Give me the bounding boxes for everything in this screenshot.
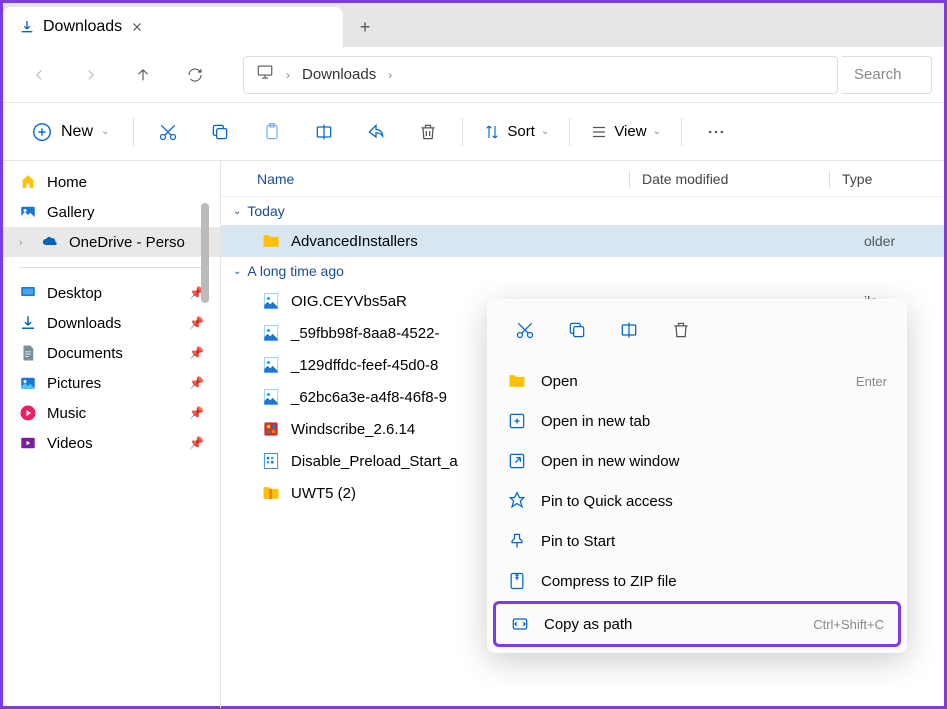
zip-icon <box>507 571 527 591</box>
music-icon <box>19 404 37 422</box>
newtab-icon <box>507 411 527 431</box>
header-name[interactable]: Name <box>249 171 629 187</box>
sidebar-item-home[interactable]: Home <box>3 167 220 197</box>
pin-icon: 📌 <box>189 406 204 420</box>
chevron-down-icon: ⌄ <box>541 126 549 137</box>
zip-icon <box>261 483 281 503</box>
chevron-down-icon: ⌄ <box>653 126 661 137</box>
cut-button[interactable] <box>501 309 549 351</box>
new-button[interactable]: New ⌄ <box>19 115 121 149</box>
header-type[interactable]: Type <box>829 171 944 187</box>
menu-item-open[interactable]: Open Enter <box>493 361 901 401</box>
sidebar-item-downloads[interactable]: Downloads 📌 <box>3 308 220 338</box>
gallery-icon <box>19 203 37 221</box>
path-segment[interactable]: Downloads <box>302 66 376 83</box>
exe-icon <box>261 419 281 439</box>
delete-button[interactable] <box>657 309 705 351</box>
image-file-icon <box>261 323 281 343</box>
chevron-down-icon: ⌄ <box>101 126 109 137</box>
close-icon[interactable] <box>130 20 144 34</box>
downloads-icon <box>19 314 37 332</box>
forward-button[interactable] <box>67 55 115 95</box>
newwindow-icon <box>507 451 527 471</box>
new-tab-button[interactable]: + <box>343 7 387 47</box>
pin-icon: 📌 <box>189 346 204 360</box>
more-button[interactable] <box>694 112 738 152</box>
menu-item-copy-path[interactable]: Copy as path Ctrl+Shift+C <box>493 601 901 647</box>
sidebar-item-gallery[interactable]: Gallery <box>3 197 220 227</box>
onedrive-icon <box>41 233 59 251</box>
toolbar: New ⌄ Sort ⌄ View ⌄ <box>3 103 944 161</box>
pc-icon <box>256 63 274 86</box>
pictures-icon <box>19 374 37 392</box>
share-button[interactable] <box>354 112 398 152</box>
sort-button[interactable]: Sort ⌄ <box>475 117 557 147</box>
rename-button[interactable] <box>605 309 653 351</box>
address-bar[interactable]: › Downloads › <box>243 56 838 94</box>
scrollbar-thumb[interactable] <box>201 203 209 303</box>
image-file-icon <box>261 387 281 407</box>
pin-icon <box>507 531 527 551</box>
delete-button[interactable] <box>406 112 450 152</box>
folder-icon <box>261 231 281 251</box>
navigation-bar: › Downloads › Search <box>3 47 944 103</box>
file-row[interactable]: AdvancedInstallers older <box>221 225 944 257</box>
up-button[interactable] <box>119 55 167 95</box>
image-file-icon <box>261 291 281 311</box>
chevron-down-icon: ⌄ <box>233 206 241 217</box>
pin-icon: 📌 <box>189 376 204 390</box>
image-file-icon <box>261 355 281 375</box>
menu-item-pin-start[interactable]: Pin to Start <box>493 521 901 561</box>
chevron-right-icon: › <box>19 237 31 248</box>
tab-active[interactable]: Downloads <box>3 7 343 47</box>
chevron-down-icon: ⌄ <box>233 266 241 277</box>
tab-title: Downloads <box>43 18 122 36</box>
pin-icon: 📌 <box>189 316 204 330</box>
copy-button[interactable] <box>553 309 601 351</box>
group-header[interactable]: ⌄ Today <box>221 197 944 225</box>
home-icon <box>19 173 37 191</box>
view-button[interactable]: View ⌄ <box>582 117 669 147</box>
group-header[interactable]: ⌄ A long time ago <box>221 257 944 285</box>
download-icon <box>19 19 35 35</box>
sidebar-item-desktop[interactable]: Desktop 📌 <box>3 278 220 308</box>
context-toolbar <box>493 305 901 361</box>
column-headers: Name Date modified Type <box>221 161 944 197</box>
sidebar-item-pictures[interactable]: Pictures 📌 <box>3 368 220 398</box>
desktop-icon <box>19 284 37 302</box>
menu-item-open-new-tab[interactable]: Open in new tab <box>493 401 901 441</box>
sidebar-item-documents[interactable]: Documents 📌 <box>3 338 220 368</box>
sidebar-item-music[interactable]: Music 📌 <box>3 398 220 428</box>
rename-button[interactable] <box>302 112 346 152</box>
sidebar-item-videos[interactable]: Videos 📌 <box>3 428 220 458</box>
copy-button[interactable] <box>198 112 242 152</box>
menu-item-compress[interactable]: Compress to ZIP file <box>493 561 901 601</box>
folder-icon <box>507 371 527 391</box>
documents-icon <box>19 344 37 362</box>
pin-icon <box>507 491 527 511</box>
context-menu: Open Enter Open in new tab Open in new w… <box>487 299 907 653</box>
menu-item-pin-quick[interactable]: Pin to Quick access <box>493 481 901 521</box>
menu-item-open-new-window[interactable]: Open in new window <box>493 441 901 481</box>
path-icon <box>510 614 530 634</box>
sidebar-item-onedrive[interactable]: › OneDrive - Perso <box>3 227 220 257</box>
refresh-button[interactable] <box>171 55 219 95</box>
cut-button[interactable] <box>146 112 190 152</box>
tab-bar: Downloads + <box>3 3 944 47</box>
reg-icon <box>261 451 281 471</box>
header-date[interactable]: Date modified <box>629 171 829 187</box>
search-input[interactable]: Search <box>842 56 932 94</box>
paste-button[interactable] <box>250 112 294 152</box>
chevron-right-icon: › <box>388 68 392 82</box>
pin-icon: 📌 <box>189 436 204 450</box>
back-button[interactable] <box>15 55 63 95</box>
chevron-right-icon: › <box>286 68 290 82</box>
sidebar: Home Gallery › OneDrive - Perso Desktop … <box>3 161 221 708</box>
videos-icon <box>19 434 37 452</box>
